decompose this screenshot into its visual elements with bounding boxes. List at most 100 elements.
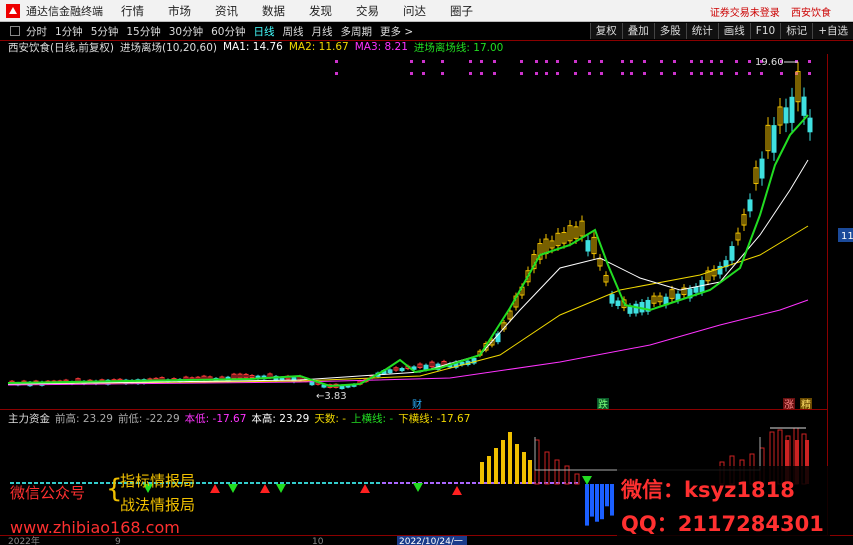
candle [759, 158, 765, 179]
wm-url: www.zhibiao168.com [10, 518, 180, 537]
sub-bar [328, 482, 332, 484]
signal-dot [469, 60, 472, 63]
sub-bar [286, 482, 290, 484]
wm-wechat-id: 微信：ksyz1818 [621, 478, 795, 502]
entry-exit-line [7, 114, 809, 388]
sub-bar [346, 482, 350, 484]
signal-dot [480, 60, 483, 63]
sub-bar-red [534, 439, 540, 485]
sub-bar-blue [600, 484, 604, 520]
signal-dot [690, 60, 693, 63]
buy-marker-icon [360, 484, 370, 493]
signal-dot [760, 72, 763, 75]
signal-dot [700, 60, 703, 63]
signal-dot [710, 72, 713, 75]
sub-bar [340, 482, 344, 484]
sub-bar [466, 482, 470, 484]
watermark-right: 微信：ksyz1818 QQ：2117284301 [617, 466, 830, 538]
signal-dot [588, 60, 591, 63]
tag-cai: 财 [412, 398, 422, 411]
signal-dot [735, 60, 738, 63]
sub-bar [268, 482, 272, 484]
candle [399, 368, 405, 372]
sub-bar-yellow [494, 448, 498, 484]
signal-dot [630, 72, 633, 75]
signal-dot [335, 60, 338, 63]
sub-bar [220, 482, 224, 484]
high-price-label: 19.60 [755, 57, 784, 68]
date-axis-10: 10 [312, 537, 324, 545]
sub-bar [448, 482, 452, 484]
sub-bar [232, 482, 236, 484]
date-highlight: 2022/10/24/一 [399, 537, 463, 545]
buy-marker-icon [452, 486, 462, 495]
sub-bar [454, 482, 458, 484]
wm-line2a: 指标情报局 [120, 472, 196, 490]
candle [633, 303, 639, 314]
prev-low: 前低: -22.29 [117, 412, 180, 425]
sub-bar [436, 482, 440, 484]
this-high: 本高: 23.29 [251, 412, 310, 425]
signal-dot [335, 72, 338, 75]
signal-dot [545, 72, 548, 75]
signal-dot [673, 72, 676, 75]
low-price-label: ←3.83 [316, 391, 347, 402]
sub-bar [250, 482, 254, 484]
this-low: 本低: -17.67 [184, 412, 247, 425]
signal-dot [535, 72, 538, 75]
candle [771, 125, 777, 153]
signal-dot [735, 72, 738, 75]
signal-dot [748, 72, 751, 75]
sub-bar [196, 482, 200, 484]
candle [693, 286, 699, 293]
signal-dot [410, 72, 413, 75]
signal-dot [643, 60, 646, 63]
sub-bar [94, 482, 98, 484]
sub-bar [394, 482, 398, 484]
kline-chart[interactable]: 19.60 ←3.83 11 财 跌 涨 精 2022/10/24/一 2022… [0, 0, 853, 545]
wm-qq-id: QQ：2117284301 [621, 512, 824, 536]
ma1-line [7, 159, 809, 385]
signal-dot [469, 72, 472, 75]
sub-bar [238, 482, 242, 484]
sub-bar [550, 482, 554, 484]
signal-dot [493, 72, 496, 75]
sub-bar [370, 482, 374, 484]
signal-dot [480, 72, 483, 75]
sub-bar [256, 482, 260, 484]
prev-high: 前高: 23.29 [55, 412, 113, 425]
sub-bar [322, 482, 326, 484]
signal-dot [588, 72, 591, 75]
signal-dot [574, 60, 577, 63]
tag-die: 跌 [598, 398, 608, 411]
candle [729, 246, 735, 261]
tag-zhang: 涨 [784, 399, 794, 411]
sub-bar [376, 482, 380, 484]
signal-dot [493, 60, 496, 63]
candles [9, 61, 813, 390]
upper-line: 上横线: - [351, 412, 394, 425]
sell-marker-icon [228, 484, 238, 493]
signal-dot [780, 72, 783, 75]
sub-bar [472, 482, 476, 484]
sub-bar-blue [585, 484, 589, 526]
sell-marker-icon [276, 484, 286, 493]
candle [585, 240, 591, 252]
sub-bar [460, 482, 464, 484]
sub-bar [292, 482, 296, 484]
sub-bar [226, 482, 230, 484]
ma3-line [7, 299, 809, 386]
signal-dot [441, 60, 444, 63]
signal-dot [720, 72, 723, 75]
sub-bar [274, 482, 278, 484]
signal-dot [556, 72, 559, 75]
tag-jing: 精 [801, 398, 811, 411]
ma2-line [7, 225, 809, 385]
signal-dot [643, 72, 646, 75]
sub-bar-yellow [522, 452, 526, 484]
sub-bar [100, 482, 104, 484]
signal-dot [808, 72, 811, 75]
sub-indicator-name[interactable]: 主力资金 [8, 411, 50, 426]
signal-dot [710, 60, 713, 63]
days-count: 天数: - [314, 412, 347, 425]
